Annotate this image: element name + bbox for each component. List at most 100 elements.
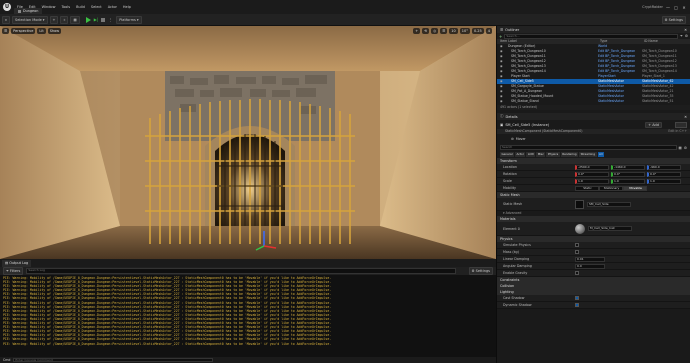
play-icon[interactable] [85,16,91,23]
mobility-movable[interactable]: Movable [623,185,647,191]
advanced-label: Advanced [505,211,522,215]
physics-row-label: Enable Gravity [503,271,528,275]
rotation-y[interactable]: 0.0° [611,171,645,177]
cmd-label[interactable]: Cmd [3,358,10,362]
grid-snap-value[interactable]: 10 [449,27,458,34]
location-x[interactable]: -2590.0 [575,164,609,170]
filter-tab-actor[interactable]: Actor [515,152,526,157]
settings-button[interactable]: ⚙ Settings [661,15,686,24]
filter-tab-general[interactable]: General [500,152,515,157]
checkbox[interactable] [575,271,579,275]
gear-icon[interactable]: ⚙ [685,34,688,38]
filter-tab-physics[interactable]: Physics [546,152,560,157]
maximize-icon[interactable]: □ [672,5,680,10]
platforms-button[interactable]: Platforms ▾ [116,15,142,24]
component-mover-row[interactable]: ⚙ Mover [497,134,690,144]
blueprints-button[interactable]: ⌗ [60,15,69,24]
filter-tab-lod[interactable]: LOD [526,152,536,157]
location-y[interactable]: -1460.0 [611,164,645,170]
surface-snap-icon[interactable]: ☰ [440,27,448,34]
section-header: Constraints [500,278,520,282]
outliner-search-input[interactable]: Search... [504,33,679,39]
close-icon[interactable]: ✕ [684,115,687,119]
material-value[interactable]: M_Cell_Side_Inst [588,226,632,231]
close-icon[interactable]: ✕ [680,5,688,10]
level-viewport[interactable] [0,26,496,259]
filter-tab-misc[interactable]: Misc [536,152,546,157]
location-z[interactable]: -960.0 [647,164,681,170]
scale-z[interactable]: 1.0 [647,178,681,184]
lit-button[interactable]: Lit [37,27,46,34]
close-icon[interactable]: ✕ [684,28,687,32]
checkbox[interactable] [575,250,579,254]
translate-icon[interactable]: + [413,27,421,34]
world-local-icon[interactable]: ◎ [431,27,439,34]
menu-select[interactable]: Select [91,5,102,9]
checkbox[interactable] [575,296,579,300]
dungeon-scene [0,26,496,259]
section-header: Lighting [500,290,514,294]
static-mesh-header: Static Mesh [500,193,520,197]
viewport-options-button[interactable]: ☰ [2,27,10,34]
rotate-icon[interactable]: ⟲ [422,27,430,34]
filters-button[interactable]: ⏷ Filters [3,267,24,275]
step-icon[interactable]: ▶| [94,17,98,22]
blueprint-icon[interactable] [675,121,687,128]
outliner-header: ☰ Outliner ✕ [497,26,690,33]
gear-icon[interactable]: ⚙ [684,146,687,150]
mobility-stationary[interactable]: Stationary [599,185,623,191]
scale-y[interactable]: 1.0 [611,178,645,184]
filter-tab-streaming[interactable]: Streaming [579,152,597,157]
rotation-x[interactable]: 0.0° [575,171,609,177]
physics-row-value[interactable]: 0.0 [575,263,605,269]
filter-tab-rendering[interactable]: Rendering [560,152,579,157]
menu-help[interactable]: Help [123,5,131,9]
filter-icon[interactable]: ⏷ [680,34,683,38]
show-button[interactable]: Show [47,27,62,34]
save-icon[interactable] [2,15,10,24]
lower-sections: Constraints Collision Lighting Cast Shadow D… [497,277,690,309]
stop-icon[interactable] [101,17,106,22]
log-search-input[interactable]: Search Log [26,268,457,274]
col-id-name[interactable]: ID Name [644,39,690,44]
log-settings-button[interactable]: ⚙ Settings [468,267,493,275]
rotation-snap-value[interactable]: 10° [459,27,470,34]
selection-mode-button[interactable]: Selection Mode ▾ [12,15,48,24]
minimize-icon[interactable]: — [664,5,672,10]
menu-actor[interactable]: Actor [108,5,117,9]
cinematics-button[interactable]: ▦ [70,15,80,24]
project-name: CryptRaider [642,5,663,9]
material-thumbnail[interactable] [575,223,585,234]
rotation-z[interactable]: 0.0° [647,171,681,177]
property-matrix-icon[interactable]: ▦ [679,146,682,150]
camera-speed-value[interactable]: 4 [485,27,492,34]
add-component-button[interactable]: + Add [645,121,662,128]
edit-in-cpp-link[interactable]: Edit in C++ [668,129,687,134]
add-icon[interactable]: + [499,34,502,39]
checkbox[interactable] [575,303,579,307]
level-tab-label: Dungeon [23,9,39,13]
menu-build[interactable]: Build [76,5,85,9]
details-search-input[interactable]: Search [500,145,677,150]
physics-row: Enable Gravity [497,270,690,277]
output-log-tab[interactable]: ▤ Output Log [2,259,32,267]
static-mesh-value[interactable]: SM_Cell_Side [587,201,631,207]
component-root: StaticMeshComponent (StaticMeshComponent… [505,129,583,133]
mesh-thumbnail[interactable] [575,199,584,209]
menu-window[interactable]: Window [42,5,56,9]
physics-row-value[interactable]: 0.01 [575,256,605,262]
level-tab[interactable]: Dungeon [14,8,43,14]
console-command-input[interactable]: Enter Console Command [13,358,214,362]
menu-tools[interactable]: Tools [61,5,70,9]
add-actor-button[interactable]: + [49,15,59,24]
more-icon[interactable]: ⋮ [108,17,112,22]
scale-x[interactable]: 1.0 [575,178,609,184]
filter-tab-all[interactable]: All [597,152,604,157]
lighting-row: Dynamic Shadow [497,302,690,309]
outliner-row[interactable]: ◉ SM_Statue_Stand StaticMeshActor StaticMes… [497,99,690,104]
scale-snap-value[interactable]: 0.25 [471,27,484,34]
mobility-static[interactable]: Static [575,185,599,191]
checkbox[interactable] [575,243,579,247]
outliner-icon: ☰ [500,27,504,32]
perspective-button[interactable]: Perspective [11,27,36,34]
